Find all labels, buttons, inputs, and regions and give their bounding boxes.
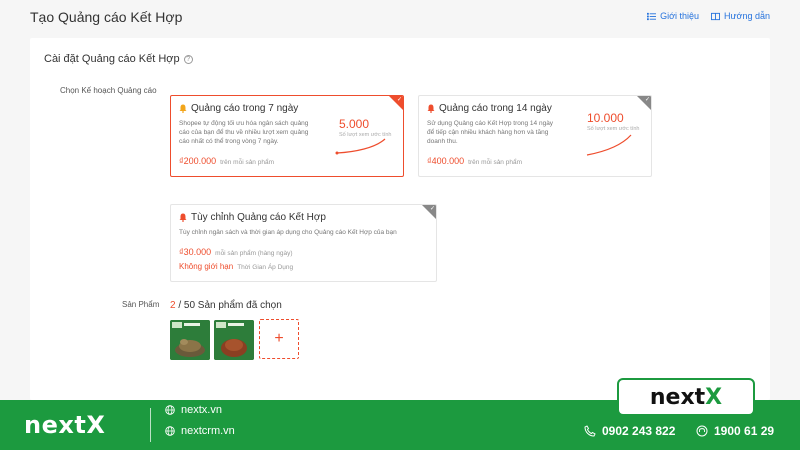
- section-title: Cài đặt Quảng cáo Kết Hợp ?: [44, 53, 193, 65]
- guide-link-label: Hướng dẫn: [724, 11, 770, 21]
- settings-card: Cài đặt Quảng cáo Kết Hợp ? Chọn Kế hoạc…: [30, 38, 770, 400]
- top-links: Giới thiệu Hướng dẫn: [647, 11, 770, 21]
- plan-14-days[interactable]: ✓ Quảng cáo trong 14 ngày Sử dụng Quảng …: [418, 95, 652, 177]
- reach-curve-icon: [586, 134, 632, 156]
- footer-brand-logo: nextX: [24, 411, 106, 439]
- help-icon[interactable]: ?: [183, 54, 193, 64]
- unselected-corner-icon: ✓: [637, 96, 651, 110]
- section-title-text: Cài đặt Quảng cáo Kết Hợp: [44, 53, 180, 65]
- plan-custom-header: Tùy chỉnh Quảng cáo Kết Hợp: [179, 212, 326, 223]
- plan-7-days-reach: 5.000: [339, 117, 370, 131]
- footer-site-2[interactable]: nextcrm.vn: [165, 425, 235, 437]
- globe-icon: [165, 426, 175, 436]
- plan-14-days-header: Quảng cáo trong 14 ngày: [427, 103, 552, 114]
- plan-14-days-description: Sử dụng Quảng cáo Kết Hợp trong 14 ngày …: [427, 120, 554, 145]
- product-thumbnail[interactable]: [170, 320, 210, 360]
- plan-7-days-header: Quảng cáo trong 7 ngày: [179, 103, 298, 114]
- plan-custom[interactable]: ✓ Tùy chỉnh Quảng cáo Kết Hợp Tùy chỉnh …: [170, 204, 437, 282]
- product-selected-count: 2 / 50 Sản phẩm đã chọn: [170, 300, 282, 311]
- nextx-badge-logo: next X: [617, 378, 755, 416]
- plan-custom-price: ₫30.000 mỗi sản phẩm (hàng ngày): [179, 247, 293, 257]
- plan-7-days-description: Shopee tự động tối ưu hóa ngân sách quản…: [179, 120, 309, 145]
- plan-14-days-price: ₫400.000 trên mỗi sản phẩm: [427, 156, 522, 166]
- plan-7-days-price: ₫200.000 trên mỗi sản phẩm: [179, 156, 274, 166]
- plan-14-days-reach: 10.000: [587, 111, 624, 125]
- footer-phone-1[interactable]: 0902 243 822: [584, 424, 675, 438]
- plan-custom-description: Tùy chỉnh ngân sách và thời gian áp dụng…: [179, 229, 397, 236]
- phone-icon: [584, 425, 596, 437]
- plan-field-label: Chọn Kế hoạch Quảng cáo: [60, 86, 157, 95]
- intro-link-label: Giới thiệu: [660, 11, 700, 21]
- product-image: [170, 320, 210, 360]
- selected-corner-icon: ✓: [389, 96, 403, 110]
- intro-link[interactable]: Giới thiệu: [647, 11, 699, 21]
- reach-curve-icon: [335, 138, 386, 155]
- product-thumbnail[interactable]: [214, 320, 254, 360]
- footer-phone-2[interactable]: 1900 61 29: [696, 424, 774, 438]
- bell-icon: [179, 213, 187, 222]
- page-title: Tạo Quảng cáo Kết Hợp: [30, 9, 183, 25]
- book-icon: [711, 12, 721, 20]
- plan-custom-title: Tùy chỉnh Quảng cáo Kết Hợp: [191, 212, 326, 223]
- headset-icon: [696, 425, 708, 437]
- unselected-corner-icon: ✓: [422, 205, 436, 219]
- product-field-label: Sản Phẩm: [122, 300, 160, 309]
- list-icon: [647, 12, 657, 20]
- footer-site-1[interactable]: nextx.vn: [165, 404, 222, 416]
- plan-custom-duration: Không giới hạn Thời Gian Áp Dụng: [179, 262, 294, 271]
- plan-7-days-title: Quảng cáo trong 7 ngày: [191, 103, 299, 114]
- bell-icon: [179, 104, 187, 113]
- top-bar: Tạo Quảng cáo Kết Hợp Giới thiệu Hướng d…: [0, 0, 800, 34]
- plan-7-days[interactable]: ✓ Quảng cáo trong 7 ngày Shopee tự động …: [170, 95, 404, 177]
- globe-icon: [165, 405, 175, 415]
- guide-link[interactable]: Hướng dẫn: [711, 11, 770, 21]
- bell-icon: [427, 104, 435, 113]
- add-product-button[interactable]: +: [259, 319, 299, 359]
- plan-14-days-title: Quảng cáo trong 14 ngày: [439, 103, 552, 114]
- footer-divider: [150, 408, 151, 442]
- product-image: [214, 320, 254, 360]
